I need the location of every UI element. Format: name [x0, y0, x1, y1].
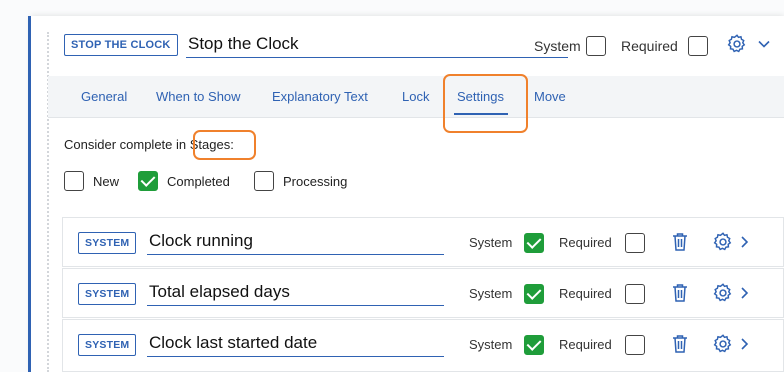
required-label: Required: [559, 337, 612, 352]
tab-lock[interactable]: Lock: [402, 89, 429, 104]
stage-processing-label: Processing: [283, 174, 348, 189]
required-label: Required: [559, 235, 612, 250]
field-name-input[interactable]: [147, 229, 444, 255]
chevron-right-icon[interactable]: [739, 234, 751, 255]
field-row: SYSTEM System Required: [62, 217, 784, 267]
tab-general[interactable]: General: [81, 89, 127, 104]
tab-when-to-show[interactable]: When to Show: [156, 89, 241, 104]
chevron-right-icon[interactable]: [739, 336, 751, 357]
gear-icon[interactable]: [712, 282, 734, 309]
settings-tab-highlight: [443, 74, 528, 133]
stages-label-highlight: [193, 130, 256, 160]
system-label: System: [534, 38, 581, 54]
consider-complete-prefix: Consider complete in: [64, 137, 187, 152]
system-checkbox[interactable]: [524, 233, 544, 253]
field-name-input[interactable]: [147, 280, 444, 306]
required-checkbox[interactable]: [625, 284, 645, 304]
stage-completed-checkbox[interactable]: [138, 171, 158, 191]
stage-processing-checkbox[interactable]: [254, 171, 274, 191]
stage-new-checkbox[interactable]: [64, 171, 84, 191]
trash-icon[interactable]: [672, 283, 688, 308]
required-label: Required: [621, 38, 678, 54]
required-checkbox[interactable]: [625, 233, 645, 253]
field-name-input[interactable]: [147, 331, 444, 357]
field-type-tag: SYSTEM: [78, 334, 137, 356]
trash-icon[interactable]: [672, 334, 688, 359]
system-label: System: [469, 286, 513, 301]
gear-icon[interactable]: [712, 333, 734, 360]
gear-icon[interactable]: [726, 33, 748, 60]
system-label: System: [469, 337, 513, 352]
required-label: Required: [559, 286, 612, 301]
system-checkbox[interactable]: [524, 335, 544, 355]
system-checkbox[interactable]: [524, 284, 544, 304]
trash-icon[interactable]: [672, 232, 688, 257]
field-type-tag: STOP THE CLOCK: [64, 34, 178, 56]
required-checkbox[interactable]: [625, 335, 645, 355]
tab-move[interactable]: Move: [534, 89, 566, 104]
field-row: SYSTEM System Required: [62, 319, 784, 372]
field-row: SYSTEM System Required: [62, 268, 784, 318]
system-label: System: [469, 235, 513, 250]
chevron-down-icon[interactable]: [756, 36, 772, 57]
system-checkbox[interactable]: [586, 36, 606, 56]
field-type-tag: SYSTEM: [78, 232, 137, 254]
gear-icon[interactable]: [712, 231, 734, 258]
field-title-input[interactable]: [186, 32, 568, 58]
tab-explanatory-text[interactable]: Explanatory Text: [272, 89, 368, 104]
field-type-tag: SYSTEM: [78, 283, 137, 305]
stage-new-label: New: [93, 174, 120, 189]
chevron-right-icon[interactable]: [739, 285, 751, 306]
stage-completed-label: Completed: [167, 174, 230, 189]
required-checkbox[interactable]: [688, 36, 708, 56]
field-header: STOP THE CLOCK System Required: [64, 32, 784, 62]
active-accent-bar: [28, 16, 31, 372]
settings-tab-bar: General When to Show Explanatory Text Lo…: [48, 76, 784, 118]
